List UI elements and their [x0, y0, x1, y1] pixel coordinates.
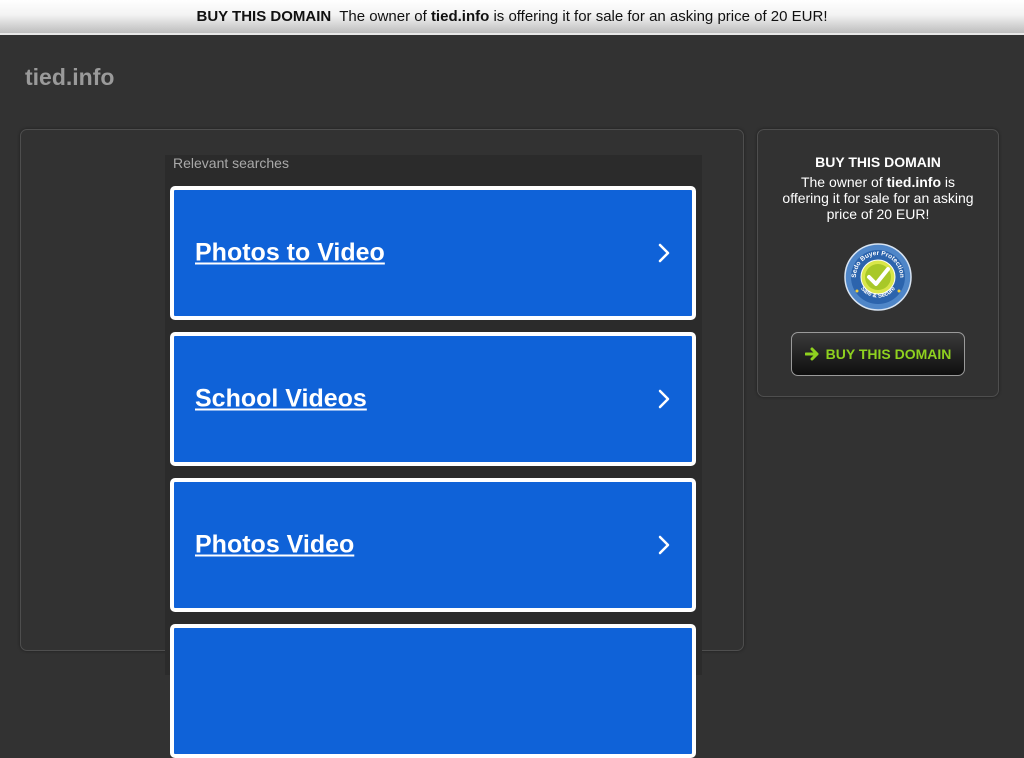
result-card-school-videos[interactable]: School Videos	[170, 332, 696, 466]
buy-button-label: BUY THIS DOMAIN	[825, 346, 952, 362]
results-heading: Relevant searches	[173, 155, 289, 171]
banner-buy-label[interactable]: BUY THIS DOMAIN	[196, 8, 331, 25]
side-text-pre: The owner of	[800, 174, 883, 190]
result-link[interactable]: School Videos	[195, 385, 367, 414]
banner-text-post: is offering it for sale for an asking pr…	[493, 8, 828, 25]
result-card-partial[interactable]	[170, 624, 696, 758]
side-domain: tied.info	[886, 174, 942, 190]
chevron-right-icon	[658, 243, 670, 263]
buy-domain-button[interactable]: BUY THIS DOMAIN	[791, 332, 965, 376]
buyer-protection-badge-icon: Sedo Buyer Protection Safe & Secure	[844, 243, 912, 311]
banner-domain: tied.info	[430, 8, 490, 25]
arrow-right-icon	[804, 347, 819, 361]
result-link[interactable]: Photos Video	[195, 531, 354, 560]
main-panel: Relevant searches Photos to Video School…	[20, 129, 744, 758]
chevron-right-icon	[658, 535, 670, 555]
side-text: The owner of tied.info is offering it fo…	[780, 174, 976, 222]
result-card-photos-to-video[interactable]: Photos to Video	[170, 186, 696, 320]
site-title: tied.info	[25, 64, 115, 90]
side-title: BUY THIS DOMAIN	[815, 154, 941, 170]
result-card-photos-video[interactable]: Photos Video	[170, 478, 696, 612]
banner-text-pre: The owner of	[339, 8, 427, 25]
chevron-right-icon	[658, 389, 670, 409]
result-link[interactable]: Photos to Video	[195, 239, 385, 268]
buy-domain-panel: BUY THIS DOMAIN The owner of tied.info i…	[757, 129, 999, 397]
relevant-searches: Relevant searches Photos to Video School…	[165, 155, 702, 758]
top-banner: BUY THIS DOMAIN The owner of tied.info is…	[0, 0, 1024, 35]
